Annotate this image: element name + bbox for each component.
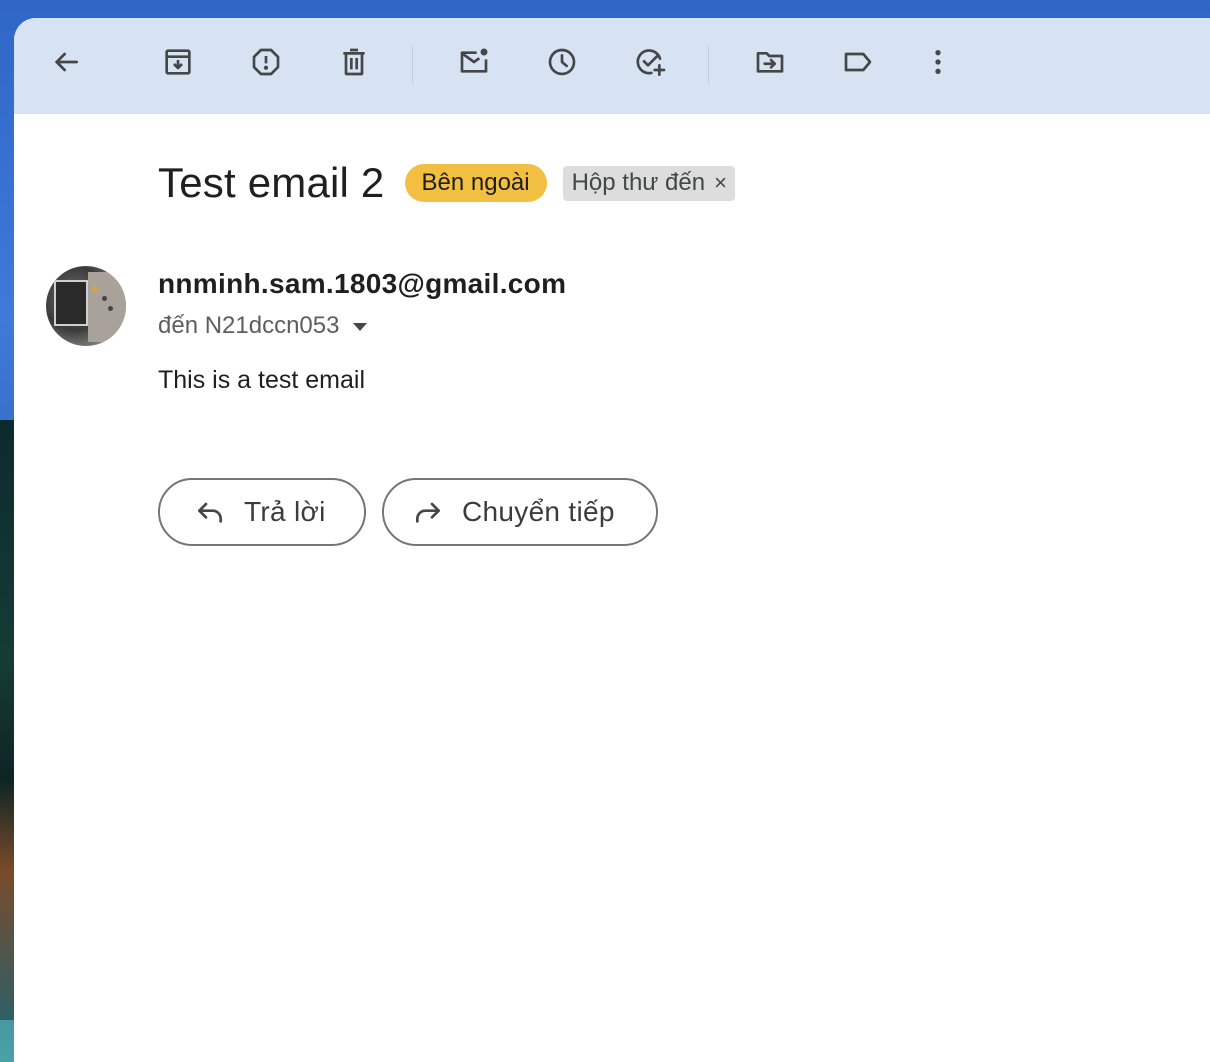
forward-label: Chuyển tiếp	[462, 496, 615, 527]
reply-label: Trả lời	[244, 496, 326, 527]
inbox-label-text: Hộp thư đến	[571, 168, 706, 196]
report-spam-icon	[252, 48, 280, 76]
add-to-tasks-button[interactable]	[630, 42, 670, 82]
subject-row: Test email 2 Bên ngoài Hộp thư đến ×	[158, 158, 735, 208]
toolbar-divider	[708, 46, 709, 84]
more-options-button[interactable]	[918, 42, 958, 82]
forward-icon	[416, 502, 440, 523]
reply-button[interactable]: Trả lời	[158, 478, 366, 546]
label-icon	[844, 52, 872, 72]
archive-icon	[165, 49, 191, 75]
delete-icon	[343, 48, 365, 76]
close-icon[interactable]: ×	[714, 170, 727, 196]
snooze-button[interactable]	[542, 42, 582, 82]
email-body: This is a test email	[158, 366, 366, 394]
archive-button[interactable]	[158, 42, 198, 82]
caret-down-icon	[353, 323, 368, 331]
snooze-icon	[548, 48, 576, 76]
email-window: Test email 2 Bên ngoài Hộp thư đến × nnm…	[14, 18, 1210, 1062]
recipient-details-toggle[interactable]: đến N21dccn053	[158, 312, 368, 340]
toolbar-divider	[412, 46, 413, 84]
delete-button[interactable]	[334, 42, 374, 82]
back-arrow-icon	[55, 52, 78, 72]
recipient-text: đến N21dccn053	[158, 312, 340, 339]
mark-unread-icon	[460, 48, 488, 73]
email-toolbar	[14, 18, 1210, 114]
reply-icon	[198, 502, 222, 523]
forward-button[interactable]: Chuyển tiếp	[382, 478, 658, 546]
email-subject: Test email 2	[158, 159, 385, 206]
add-to-tasks-icon	[636, 49, 666, 76]
back-button[interactable]	[46, 42, 86, 82]
label-button[interactable]	[838, 42, 878, 82]
inbox-label-chip[interactable]: Hộp thư đến ×	[562, 165, 735, 201]
sender-email[interactable]: nnminh.sam.1803@gmail.com	[158, 268, 566, 300]
move-to-icon	[756, 52, 784, 73]
report-spam-button[interactable]	[246, 42, 286, 82]
avatar[interactable]	[46, 266, 126, 346]
move-to-button[interactable]	[750, 42, 790, 82]
mark-unread-button[interactable]	[454, 42, 494, 82]
external-sender-chip: Bên ngoài	[404, 164, 547, 202]
more-options-icon	[935, 50, 941, 74]
